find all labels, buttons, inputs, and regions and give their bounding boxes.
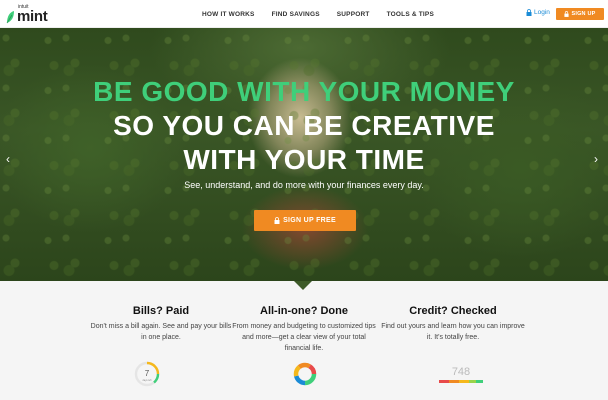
signup-free-button[interactable]: SIGN UP FREE <box>254 210 356 231</box>
signup-free-label: SIGN UP FREE <box>283 217 336 224</box>
feature-description: Find out yours and learn how you can imp… <box>381 323 525 341</box>
bill-days-caption: days left <box>143 379 152 382</box>
nav-support[interactable]: SUPPORT <box>337 11 370 18</box>
credit-score-icon: 748 <box>439 366 483 383</box>
feature-description: Don't miss a bill again. See and pay you… <box>90 323 232 341</box>
signup-label: SIGN UP <box>571 11 596 17</box>
feature-title: Bills? Paid <box>132 305 190 317</box>
main-nav: HOW IT WORKS FIND SAVINGS SUPPORT TOOLS … <box>202 0 434 28</box>
hero-subheadline: See, understand, and do more with your f… <box>184 180 424 190</box>
leaf-icon <box>6 11 14 24</box>
hero-headline-2: SO YOU CAN BE CREATIVE <box>113 110 495 141</box>
carousel-prev-icon[interactable]: ‹ <box>6 152 16 166</box>
hero-headline-3: WITH YOUR TIME <box>183 144 425 175</box>
lock-icon <box>526 9 532 16</box>
carousel-next-icon[interactable]: › <box>594 152 604 166</box>
nav-tools-tips[interactable]: TOOLS & TIPS <box>387 11 434 18</box>
feature-credit: Credit? Checked Find out yours and learn… <box>373 281 533 343</box>
hero-banner: BE GOOD WITH YOUR MONEY SO YOU CAN BE CR… <box>0 28 608 281</box>
feature-description: From money and budgeting to customized t… <box>232 323 376 352</box>
feature-all-in-one: All-in-one? Done From money and budgetin… <box>224 281 384 354</box>
nav-how-it-works[interactable]: HOW IT WORKS <box>202 11 255 18</box>
bill-days-value: 7 <box>145 369 150 378</box>
credit-score-value: 748 <box>452 366 470 378</box>
mint-logo[interactable]: intuit mint <box>6 4 48 25</box>
budget-donut-icon <box>293 362 317 386</box>
login-link[interactable]: Login <box>526 9 550 16</box>
hero-headline-1: BE GOOD WITH YOUR MONEY <box>93 76 515 107</box>
bill-gauge-icon: 7 days left <box>134 361 160 387</box>
lock-icon <box>564 11 570 17</box>
nav-find-savings[interactable]: FIND SAVINGS <box>272 11 320 18</box>
feature-title: Credit? Checked <box>409 305 497 317</box>
login-label: Login <box>534 9 550 16</box>
feature-title: All-in-one? Done <box>260 305 348 317</box>
feature-bills: Bills? Paid Don't miss a bill again. See… <box>81 281 241 343</box>
signup-button[interactable]: SIGN UP <box>556 8 604 20</box>
logo-mint-text: mint <box>17 8 48 25</box>
site-header: intuit mint HOW IT WORKS FIND SAVINGS SU… <box>0 0 608 28</box>
lock-icon <box>274 217 280 224</box>
hero-pointer-triangle <box>294 281 312 290</box>
